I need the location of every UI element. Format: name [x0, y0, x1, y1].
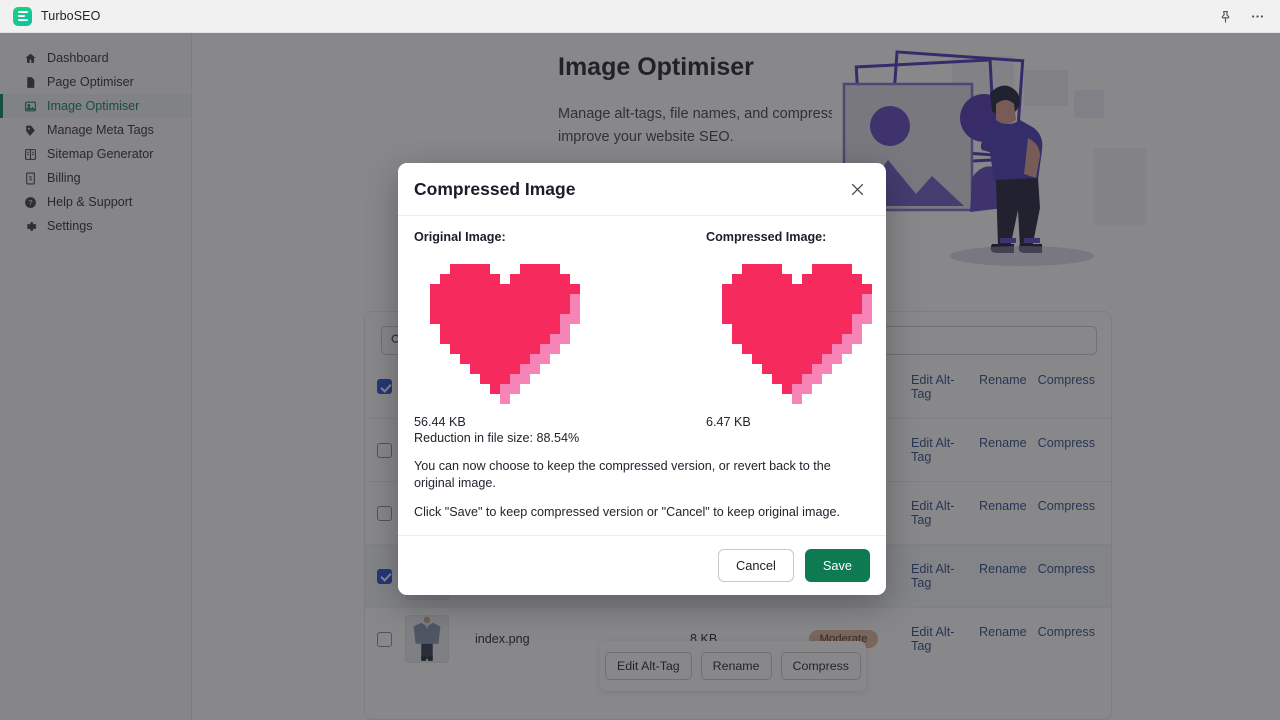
modal-header: Compressed Image — [398, 163, 886, 216]
modal-body: Original Image: 56.44 KB Reduction in fi… — [398, 216, 886, 535]
compressed-image-preview — [706, 250, 886, 408]
save-button[interactable]: Save — [804, 548, 870, 582]
app-title: TurboSEO — [41, 9, 101, 23]
compressed-image-size: 6.47 KB — [706, 415, 751, 429]
compressed-image-modal: Compressed Image Original Image: 56.44 K… — [398, 163, 886, 595]
original-image-label: Original Image: — [414, 230, 506, 244]
original-image-preview — [414, 250, 596, 408]
original-image-size: 56.44 KB — [414, 415, 466, 429]
top-bar: TurboSEO — [0, 0, 1280, 33]
compressed-image-column: Compressed Image: 6.47 KB — [706, 230, 886, 445]
cancel-button[interactable]: Cancel — [717, 548, 794, 582]
more-options-icon[interactable] — [1248, 7, 1266, 25]
compressed-image-label: Compressed Image: — [706, 230, 827, 244]
pin-icon[interactable] — [1216, 7, 1234, 25]
modal-footer: Cancel Save — [398, 534, 886, 595]
reduction-text: Reduction in file size: 88.54% — [414, 431, 580, 445]
pixel-heart-image — [712, 254, 882, 404]
pixel-heart-image — [420, 254, 590, 404]
brand: TurboSEO — [0, 6, 101, 26]
close-icon[interactable] — [846, 178, 868, 200]
modal-paragraph-2: Click "Save" to keep compressed version … — [414, 505, 840, 519]
original-image-column: Original Image: 56.44 KB Reduction in fi… — [414, 230, 596, 445]
modal-title: Compressed Image — [414, 178, 576, 199]
modal-paragraph-1: You can now choose to keep the compresse… — [414, 459, 831, 490]
turboseo-logo-icon — [13, 6, 32, 26]
